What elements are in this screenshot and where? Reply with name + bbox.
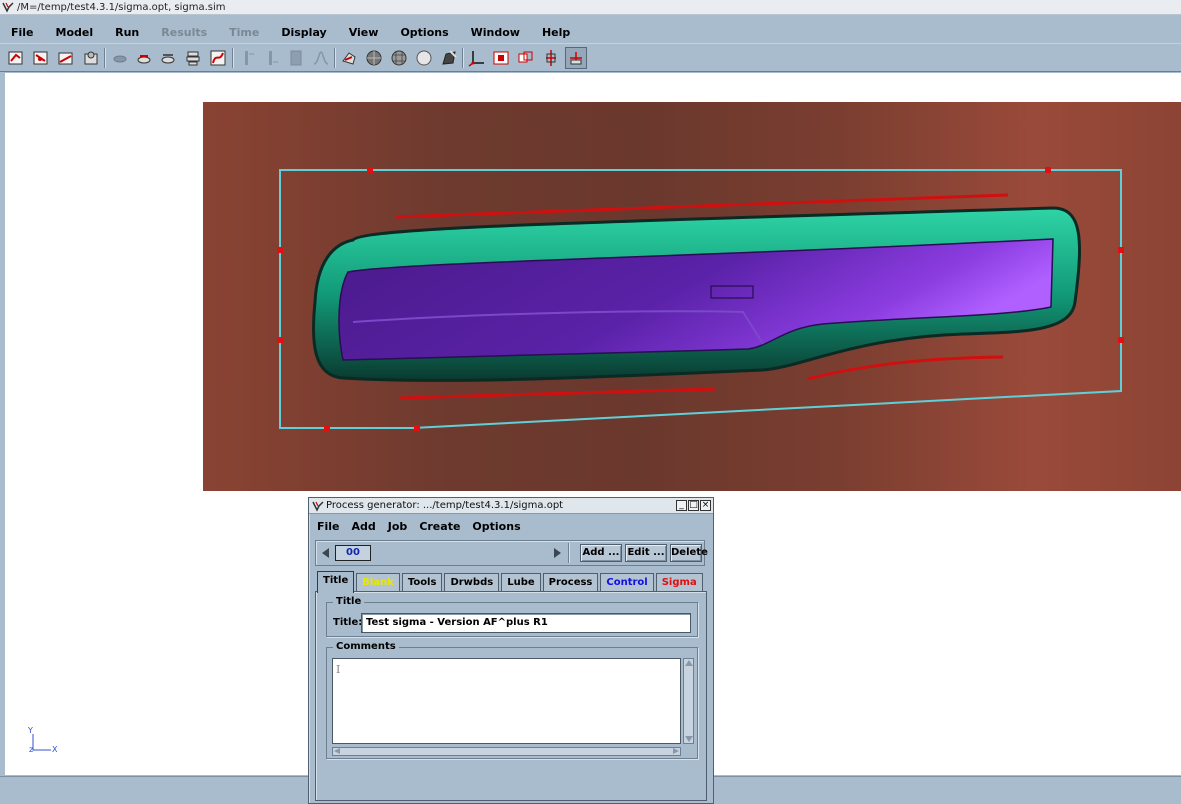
select-view-icon[interactable]: [565, 47, 587, 69]
curve-icon[interactable]: [207, 47, 229, 69]
open-file-icon[interactable]: [55, 47, 77, 69]
toolbar-separator: [232, 48, 234, 68]
application-window: /M=/temp/test4.3.1/sigma.opt, sigma.sim …: [0, 0, 1181, 804]
disabled-dim-icon: [285, 47, 307, 69]
next-step-arrow-icon[interactable]: [554, 548, 561, 558]
toolbar-separator: [462, 48, 464, 68]
tab-title[interactable]: Title: [317, 571, 355, 593]
add-button[interactable]: Add ...: [580, 544, 622, 562]
previous-step-arrow-icon[interactable]: [322, 548, 329, 558]
minimize-button[interactable]: _: [676, 500, 687, 511]
menubar: File Model Run Results Time Display View…: [0, 21, 1181, 43]
comments-textarea[interactable]: Ⅰ: [332, 658, 681, 744]
tool-icon[interactable]: [157, 47, 179, 69]
menu-file[interactable]: File: [0, 26, 45, 39]
shaded-part-icon[interactable]: [338, 47, 360, 69]
comments-group-label: Comments: [333, 641, 399, 652]
tool-icon[interactable]: [133, 47, 155, 69]
stamping-model-render: [277, 167, 1124, 431]
navbar-separator: [568, 543, 570, 563]
axis-y-label: Y: [28, 726, 33, 735]
toolbar: [0, 43, 1181, 72]
scroll-up-arrow-icon[interactable]: [685, 660, 693, 666]
axis-z-label: z: [29, 745, 34, 754]
axes-icon[interactable]: [466, 47, 488, 69]
title-group: Title Title: Test sigma - Version AF^plu…: [326, 596, 698, 637]
tab-process[interactable]: Process: [542, 573, 599, 592]
title-input[interactable]: Test sigma - Version AF^plus R1: [361, 613, 691, 633]
rotate-view-icon[interactable]: [515, 47, 537, 69]
title-group-label: Title: [333, 596, 365, 607]
app-logo-icon: [312, 500, 324, 512]
menu-view[interactable]: View: [338, 26, 390, 39]
dialog-menu-job[interactable]: Job: [380, 520, 412, 533]
process-generator-dialog: Process generator: .../temp/test4.3.1/si…: [308, 497, 714, 804]
window-title-bar: /M=/temp/test4.3.1/sigma.opt, sigma.sim: [0, 0, 1181, 15]
menu-model[interactable]: Model: [45, 26, 105, 39]
tab-drwbds[interactable]: Drwbds: [444, 573, 500, 592]
close-button[interactable]: ×: [700, 500, 711, 511]
disabled-tool-icon: [109, 47, 131, 69]
tab-tools[interactable]: Tools: [401, 573, 443, 592]
tab-sigma[interactable]: Sigma: [655, 573, 703, 592]
stack-icon[interactable]: [182, 47, 204, 69]
menu-options[interactable]: Options: [389, 26, 459, 39]
toolbar-separator: [334, 48, 336, 68]
tab-blank[interactable]: Blank: [356, 573, 400, 592]
tab-control[interactable]: Control: [600, 573, 654, 592]
disabled-dim-icon: [310, 47, 332, 69]
load-results-icon[interactable]: [80, 47, 102, 69]
edit-button[interactable]: Edit ...: [625, 544, 667, 562]
dialog-menu-file[interactable]: File: [309, 520, 344, 533]
3d-viewport[interactable]: [203, 102, 1181, 491]
comments-horizontal-scrollbar[interactable]: [332, 747, 681, 756]
title-field-label: Title:: [333, 617, 363, 628]
app-logo-icon: [2, 2, 14, 13]
window-title: /M=/temp/test4.3.1/sigma.opt, sigma.sim: [17, 1, 226, 13]
dialog-title: Process generator: .../temp/test4.3.1/si…: [326, 500, 564, 511]
menu-window[interactable]: Window: [460, 26, 531, 39]
comments-vertical-scrollbar[interactable]: [683, 658, 694, 744]
tab-strip: Title Blank Tools Drwbds Lube Process Co…: [317, 571, 705, 593]
dialog-menu-create[interactable]: Create: [411, 520, 464, 533]
edit-shape-icon[interactable]: [438, 47, 460, 69]
mesh-sphere-icon[interactable]: [388, 47, 410, 69]
menu-results: Results: [161, 25, 208, 39]
dialog-title-bar[interactable]: Process generator: .../temp/test4.3.1/si…: [309, 498, 713, 514]
scroll-right-arrow-icon[interactable]: [673, 748, 679, 754]
menu-display[interactable]: Display: [270, 26, 337, 39]
text-cursor-icon: Ⅰ: [336, 663, 341, 676]
move-view-icon[interactable]: [540, 47, 562, 69]
disabled-dim-icon: [261, 47, 283, 69]
axis-x-label: X: [52, 745, 58, 754]
disabled-dim-icon: [237, 47, 259, 69]
comments-group: Comments Ⅰ: [326, 641, 698, 759]
dialog-menu-add[interactable]: Add: [344, 520, 380, 533]
open-model-icon[interactable]: [5, 47, 27, 69]
menu-time: Time: [229, 25, 260, 39]
save-model-icon[interactable]: [30, 47, 52, 69]
title-tab-panel: Title Title: Test sigma - Version AF^plu…: [315, 591, 707, 801]
wire-sphere-icon[interactable]: [363, 47, 385, 69]
solid-sphere-icon[interactable]: [413, 47, 435, 69]
scroll-left-arrow-icon[interactable]: [334, 748, 340, 754]
fit-view-icon[interactable]: [490, 47, 512, 69]
dialog-menu-options[interactable]: Options: [464, 520, 524, 533]
tab-lube[interactable]: Lube: [501, 573, 541, 592]
orientation-axes: Y z X: [27, 726, 67, 758]
menu-run[interactable]: Run: [104, 26, 150, 39]
delete-button[interactable]: Delete: [670, 544, 708, 562]
step-navigation-bar: 00 Add ... Edit ... Delete: [315, 540, 708, 566]
maximize-button[interactable]: □: [688, 500, 699, 511]
scroll-down-arrow-icon[interactable]: [685, 736, 693, 742]
step-number-field[interactable]: 00: [335, 545, 371, 561]
menu-help[interactable]: Help: [531, 26, 581, 39]
toolbar-separator: [104, 48, 106, 68]
dialog-menubar: File Add Job Create Options: [309, 516, 713, 536]
